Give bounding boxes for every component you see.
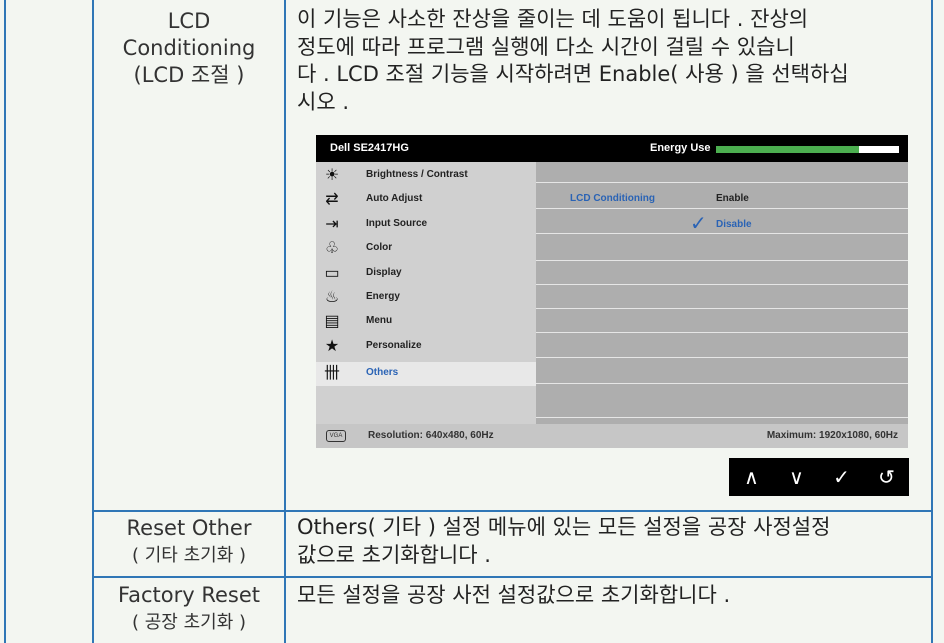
brightness-icon: ☀	[324, 167, 340, 184]
display-icon: ▭	[324, 264, 340, 282]
osd-menu: Dell SE2417HG Energy Use ☀ Brightness / C…	[316, 135, 908, 448]
label-line: (LCD 조절 )	[133, 63, 245, 87]
vga-connector-icon: VGA	[326, 430, 346, 442]
back-button[interactable]: ↺	[864, 458, 909, 496]
osd-submenu: LCD Conditioning Enable ✓ Disable	[536, 162, 908, 424]
row-label-factory-reset: Factory Reset ( 공장 초기화 )	[94, 582, 284, 636]
energy-icon: ♨	[324, 289, 340, 306]
label-line: Factory Reset	[117, 583, 261, 607]
menu-item-label: Brightness / Contrast	[366, 169, 468, 180]
checkmark-icon: ✓	[690, 211, 707, 235]
label-line: ( 기타 초기화 )	[131, 545, 246, 566]
menu-item-others[interactable]: 卌 Others	[316, 362, 536, 386]
submenu-divider	[536, 208, 908, 209]
desc-line: 시오 .	[297, 89, 349, 114]
desc-line: Others( 기타 ) 설정 메뉴에 있는 모든 설정을 공장 사정설정	[297, 515, 831, 539]
menu-item-label: Energy	[366, 291, 400, 302]
star-icon: ★	[324, 337, 340, 355]
menu-item-label: Personalize	[366, 339, 422, 351]
menu-item-energy[interactable]: ♨ Energy	[316, 286, 536, 310]
menu-item-label: Others	[366, 367, 399, 378]
osd-menu-list: ☀ Brightness / Contrast ⇄ Auto Adjust ⇥ Input…	[316, 162, 536, 424]
submenu-divider	[536, 233, 908, 234]
osd-title: Dell SE2417HG	[330, 142, 409, 154]
row-desc-factory-reset: 모든 설정을 공장 사전 설정값으로 초기화합니다 .	[297, 582, 931, 610]
menu-item-label: Display	[366, 266, 402, 278]
energy-use-label: Energy Use	[650, 142, 711, 154]
desc-line: 정도에 따라 프로그램 실행에 다소 시간이 걸릴 수 있습니	[297, 34, 795, 59]
table-border	[284, 0, 286, 643]
menu-item-input-source[interactable]: ⇥ Input Source	[316, 213, 536, 237]
row-label-lcd-conditioning: LCD Conditioning (LCD 조절 )	[94, 8, 284, 89]
submenu-divider	[536, 308, 908, 309]
max-resolution-text: Maximum: 1920x1080, 60Hz	[766, 430, 898, 441]
osd-header: Dell SE2417HG Energy Use	[316, 135, 908, 162]
submenu-divider	[536, 383, 908, 384]
check-button[interactable]: ✓	[819, 458, 864, 496]
input-source-icon: ⇥	[325, 215, 339, 233]
color-icon: ♧	[324, 240, 340, 258]
submenu-divider	[536, 182, 908, 183]
table-border	[92, 510, 933, 512]
label-line: Conditioning	[122, 36, 256, 60]
osd-footer: VGA Resolution: 640x480, 60Hz Maximum: 1…	[316, 424, 908, 448]
submenu-divider	[536, 260, 908, 261]
desc-line: 값으로 초기화합니다 .	[297, 542, 491, 567]
menu-item-menu[interactable]: ▤ Menu	[316, 310, 536, 334]
table-border	[931, 0, 933, 643]
row-label-reset-other: Reset Other ( 기타 초기화 )	[94, 515, 284, 569]
label-line: LCD	[167, 9, 211, 33]
auto-adjust-icon: ⇄	[325, 191, 339, 209]
table-border	[92, 576, 933, 578]
table-border	[4, 0, 6, 643]
others-icon: 卌	[323, 365, 340, 382]
label-line: ( 공장 초기화 )	[131, 612, 246, 633]
energy-use-bar	[716, 146, 899, 153]
down-button[interactable]: ∨	[774, 458, 819, 496]
menu-item-label: Auto Adjust	[366, 193, 423, 205]
menu-item-brightness-contrast[interactable]: ☀ Brightness / Contrast	[316, 164, 536, 188]
enable-option[interactable]: Enable	[716, 193, 749, 204]
desc-line: 다 . LCD 조절 기능을 시작하려면 Enable( 사용 ) 을 선택하십	[297, 62, 849, 86]
osd-nav-buttons: ∧ ∨ ✓ ↺	[729, 458, 909, 496]
menu-item-personalize[interactable]: ★ Personalize	[316, 335, 536, 359]
submenu-divider	[536, 357, 908, 358]
desc-line: 모든 설정을 공장 사전 설정값으로 초기화합니다 .	[297, 583, 731, 607]
disable-option[interactable]: Disable	[716, 219, 752, 230]
resolution-text: Resolution: 640x480, 60Hz	[368, 430, 494, 441]
menu-item-color[interactable]: ♧ Color	[316, 237, 536, 261]
menu-item-auto-adjust[interactable]: ⇄ Auto Adjust	[316, 188, 536, 212]
row-desc-reset-other: Others( 기타 ) 설정 메뉴에 있는 모든 설정을 공장 사정설정 값으…	[297, 514, 931, 569]
menu-item-label: Color	[366, 242, 393, 254]
energy-use-fill	[716, 146, 859, 153]
up-button[interactable]: ∧	[729, 458, 774, 496]
submenu-divider	[536, 284, 908, 285]
submenu-divider	[536, 417, 908, 418]
lcd-conditioning-option[interactable]: LCD Conditioning	[570, 193, 655, 204]
desc-line: 이 기능은 사소한 잔상을 줄이는 데 도움이 됩니다 . 잔상의	[297, 7, 809, 31]
menu-item-display[interactable]: ▭ Display	[316, 262, 536, 286]
menu-icon: ▤	[324, 313, 340, 331]
row-desc-lcd-conditioning: 이 기능은 사소한 잔상을 줄이는 데 도움이 됩니다 . 잔상의 정도에 따라…	[297, 6, 931, 116]
label-line: Reset Other	[126, 516, 252, 540]
submenu-divider	[536, 332, 908, 333]
menu-item-label: Input Source	[366, 217, 428, 229]
menu-item-label: Menu	[366, 315, 393, 327]
